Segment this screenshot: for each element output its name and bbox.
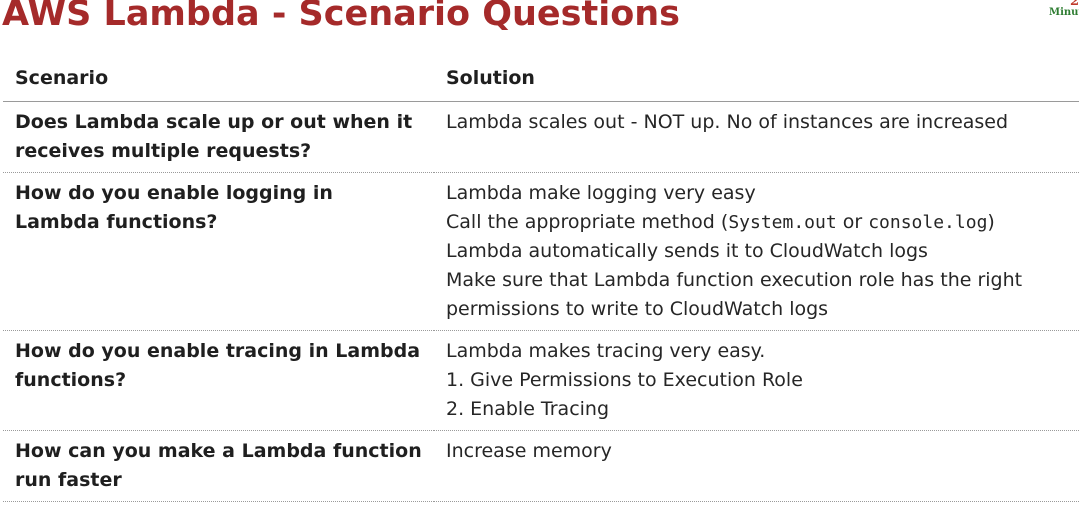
solution-line-with-code: Call the appropriate method (System.out … [446, 208, 1067, 237]
brand-logo: 2 Minutes [1049, 0, 1079, 24]
logo-text: Minutes [1049, 7, 1079, 18]
logo-number: 2 [1069, 0, 1079, 9]
scenario-cell: How do you enable tracing in Lambda func… [3, 330, 434, 431]
solution-line: Lambda makes tracing very easy. [446, 340, 766, 362]
table-header-row: Scenario Solution [3, 58, 1079, 102]
solution-line: Lambda make logging very easy [446, 182, 756, 204]
solution-line: 2. Enable Tracing [446, 398, 610, 420]
table-row: How do you enable tracing in Lambda func… [3, 330, 1079, 431]
code-console-log: console.log [868, 212, 988, 233]
code-line-middle: or [836, 211, 869, 233]
solution-cell: Increase memory [434, 430, 1079, 502]
solution-line: Lambda scales out - NOT up. No of instan… [446, 111, 1009, 133]
solution-line: Lambda automatically sends it to CloudWa… [446, 240, 928, 262]
scenario-cell: How do you enable logging in Lambda func… [3, 172, 434, 331]
scenario-cell: Does Lambda scale up or out when it rece… [3, 101, 434, 173]
column-header-scenario: Scenario [3, 58, 434, 102]
solution-line: Increase memory [446, 440, 612, 462]
table-row: Does Lambda scale up or out when it rece… [3, 101, 1079, 173]
scenario-table: Scenario Solution Does Lambda scale up o… [3, 58, 1079, 502]
solution-line: 1. Give Permissions to Execution Role [446, 369, 803, 391]
code-system-out: System.out [728, 212, 837, 233]
code-line-suffix: ) [987, 211, 995, 233]
solution-cell: Lambda scales out - NOT up. No of instan… [434, 101, 1079, 173]
solution-cell: Lambda make logging very easy Call the a… [434, 172, 1079, 331]
solution-line: permissions to write to CloudWatch logs [446, 298, 829, 320]
scenario-cell: How can you make a Lambda function run f… [3, 430, 434, 502]
solution-line: Make sure that Lambda function execution… [446, 269, 1023, 291]
solution-cell: Lambda makes tracing very easy. 1. Give … [434, 330, 1079, 431]
table-row: How do you enable logging in Lambda func… [3, 172, 1079, 331]
code-line-prefix: Call the appropriate method ( [446, 211, 729, 233]
column-header-solution: Solution [434, 58, 1079, 102]
table-row: How can you make a Lambda function run f… [3, 430, 1079, 502]
page-title: AWS Lambda - Scenario Questions [2, 0, 681, 34]
